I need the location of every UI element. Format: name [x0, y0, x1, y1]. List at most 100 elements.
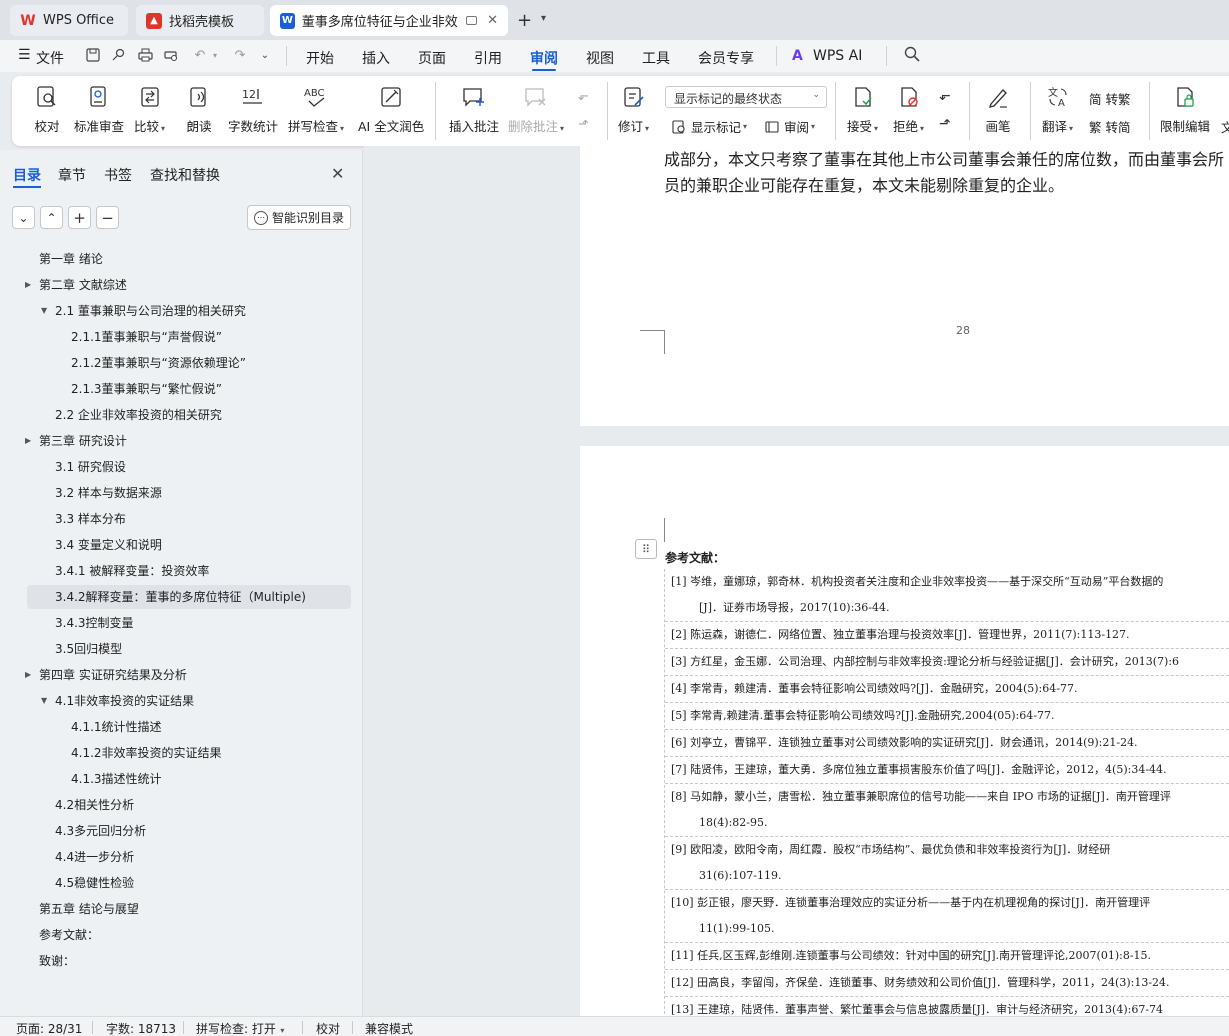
toc-item[interactable]: 2.1.3董事兼职与“繁忙假说” [71, 377, 222, 401]
standard-review-button[interactable]: 标准审查 [74, 84, 124, 135]
collapsed-arrow-icon[interactable]: ▶ [25, 436, 31, 445]
collapse-up-button[interactable]: ⌃ [40, 206, 63, 229]
menu-home[interactable]: 开始 [306, 48, 334, 68]
toc-item[interactable]: 参考文献： [39, 923, 99, 947]
status-spell-check[interactable]: 拼写检查: 打开 ▾ [196, 1020, 284, 1036]
ai-polish-button[interactable]: AI 全文润色 [358, 84, 424, 135]
close-icon[interactable]: ✕ [487, 13, 498, 28]
hamburger-icon[interactable]: ☰ [18, 47, 31, 63]
review-pane-button[interactable]: 审阅 ▾ [764, 117, 815, 136]
proofread-button[interactable]: 校对 [34, 84, 60, 135]
sidebar-tab-bookmarks[interactable]: 书签 [104, 165, 132, 185]
toc-item[interactable]: 第五章 结论与展望 [39, 897, 139, 921]
menu-wps-ai[interactable]: WPS AI [813, 48, 862, 64]
toc-item[interactable]: 第二章 文献综述 [39, 273, 127, 297]
toc-item[interactable]: 3.5回归模型 [55, 637, 122, 661]
close-icon[interactable]: ✕ [331, 164, 344, 183]
collapsed-arrow-icon[interactable]: ▶ [25, 280, 31, 289]
menu-tools[interactable]: 工具 [642, 48, 670, 68]
status-word-count[interactable]: 字数: 18713 [106, 1020, 176, 1036]
toc-item[interactable]: 3.4.1 被解释变量：投资效率 [55, 559, 209, 583]
to-simplified-button[interactable]: 繁 转简 [1089, 117, 1130, 136]
menu-view[interactable]: 视图 [586, 48, 614, 68]
toc-item[interactable]: 4.3多元回归分析 [55, 819, 146, 843]
save-icon[interactable] [85, 47, 101, 63]
toc-item[interactable]: 3.2 样本与数据来源 [55, 481, 162, 505]
ink-button[interactable]: 画笔 [985, 84, 1011, 135]
delete-comment-button[interactable]: 删除批注 ▾ [508, 84, 564, 135]
toc-item[interactable]: 第四章 实证研究结果及分析 [39, 663, 187, 687]
tab-active-document[interactable]: W 董事多席位特征与企业非效率 ✕ [270, 5, 508, 36]
reject-button[interactable]: 拒绝 ▾ [893, 84, 924, 135]
print-preview-icon[interactable] [163, 47, 179, 63]
tab-docer[interactable]: ▲ 找稻壳模板 [136, 5, 264, 36]
toc-item[interactable]: 2.2 企业非效率投资的相关研究 [55, 403, 222, 427]
previous-change-icon[interactable]: ⬐ [939, 88, 951, 104]
menu-file[interactable]: 文件 [36, 48, 64, 68]
chevron-down-icon[interactable]: ▾ [207, 47, 223, 63]
sidebar-tab-sections[interactable]: 章节 [58, 165, 86, 185]
expanded-arrow-icon[interactable]: ▼ [41, 306, 47, 315]
collapsed-arrow-icon[interactable]: ▶ [25, 670, 31, 679]
toc-item[interactable]: 3.1 研究假设 [55, 455, 126, 479]
toc-item[interactable]: 第一章 绪论 [39, 247, 103, 271]
next-change-icon[interactable]: ⬏ [939, 116, 951, 132]
toc-item[interactable]: 4.4进一步分析 [55, 845, 134, 869]
toc-item[interactable]: 2.1 董事兼职与公司治理的相关研究 [55, 299, 246, 323]
more-chevron-icon[interactable]: ⌄ [257, 47, 273, 63]
toc-item[interactable]: 3.3 样本分布 [55, 507, 126, 531]
status-page[interactable]: 页面: 28/31 [16, 1020, 82, 1036]
menu-page[interactable]: 页面 [418, 48, 446, 68]
search-icon[interactable] [904, 46, 920, 62]
toc-item[interactable]: 4.1.3描述性统计 [71, 767, 162, 791]
toc-item[interactable]: 3.4.3控制变量 [55, 611, 134, 635]
next-comment-icon[interactable]: ⬏ [578, 117, 589, 132]
restrict-edit-button[interactable]: 限制编辑 [1160, 84, 1210, 135]
chevron-down-icon[interactable]: ▾ [541, 13, 546, 24]
menu-references[interactable]: 引用 [474, 48, 502, 68]
spell-check-button[interactable]: ABC 拼写检查 ▾ [288, 84, 344, 135]
toc-item[interactable]: 致谢： [39, 949, 75, 973]
collapse-down-button[interactable]: ⌄ [12, 206, 35, 229]
word-count-button[interactable]: 12 字数统计 [228, 84, 278, 135]
toc-item[interactable]: 4.1.2非效率投资的实证结果 [71, 741, 222, 765]
accept-button[interactable]: 接受 ▾ [847, 84, 878, 135]
redo-icon[interactable]: ↷ [232, 47, 248, 63]
menu-insert[interactable]: 插入 [362, 48, 390, 68]
smart-toc-button[interactable]: ⋯ 智能识别目录 [247, 205, 351, 230]
remove-heading-button[interactable]: − [96, 206, 119, 229]
toc-item[interactable]: 2.1.1董事兼职与“声誉假说” [71, 325, 222, 349]
read-aloud-button[interactable]: 朗读 [186, 84, 212, 135]
track-changes-button[interactable]: 修订 ▾ [618, 84, 649, 135]
new-tab-icon[interactable]: + [517, 10, 532, 31]
insert-comment-button[interactable]: 插入批注 [449, 84, 499, 135]
status-proofread[interactable]: 校对 [316, 1020, 340, 1036]
toc-item[interactable]: 3.4 变量定义和说明 [55, 533, 162, 557]
expanded-arrow-icon[interactable]: ▼ [41, 696, 47, 705]
more-ribbon-item[interactable]: 文 [1221, 117, 1229, 136]
markup-mode-select[interactable]: 显示标记的最终状态 ⌄ [665, 86, 827, 108]
toc-item[interactable]: 第三章 研究设计 [39, 429, 127, 453]
toc-item[interactable]: 4.1.1统计性描述 [71, 715, 162, 739]
sidebar-tab-toc[interactable]: 目录 [13, 165, 41, 185]
toc-item[interactable]: 3.4.2解释变量：董事的多席位特征（Multiple) [55, 585, 306, 609]
tab-wps-office[interactable]: W WPS Office [10, 5, 128, 36]
toc-item[interactable]: 4.2相关性分析 [55, 793, 134, 817]
show-markup-button[interactable]: 显示标记 ▾ [671, 117, 747, 136]
translate-button[interactable]: 文A 翻译 ▾ [1042, 84, 1073, 135]
previous-comment-icon[interactable]: ⬐ [578, 89, 589, 104]
to-traditional-button[interactable]: 简 转繁 [1089, 89, 1130, 108]
table-move-handle[interactable]: ⠿ [635, 539, 657, 559]
add-heading-button[interactable]: + [68, 206, 91, 229]
link-icon[interactable] [110, 47, 126, 63]
menu-member[interactable]: 会员专享 [698, 48, 754, 68]
undo-icon[interactable]: ↶ [192, 47, 208, 63]
compare-button[interactable]: 比较 ▾ [134, 84, 165, 135]
screen-icon[interactable] [465, 16, 478, 25]
sidebar-tab-find-replace[interactable]: 查找和替换 [150, 165, 220, 185]
toc-item[interactable]: 4.1非效率投资的实证结果 [55, 689, 194, 713]
print-icon[interactable] [137, 47, 153, 63]
toc-item[interactable]: 4.5稳健性检验 [55, 871, 134, 895]
menu-review[interactable]: 审阅 [530, 48, 558, 68]
toc-item[interactable]: 2.1.2董事兼职与“资源依赖理论” [71, 351, 246, 375]
